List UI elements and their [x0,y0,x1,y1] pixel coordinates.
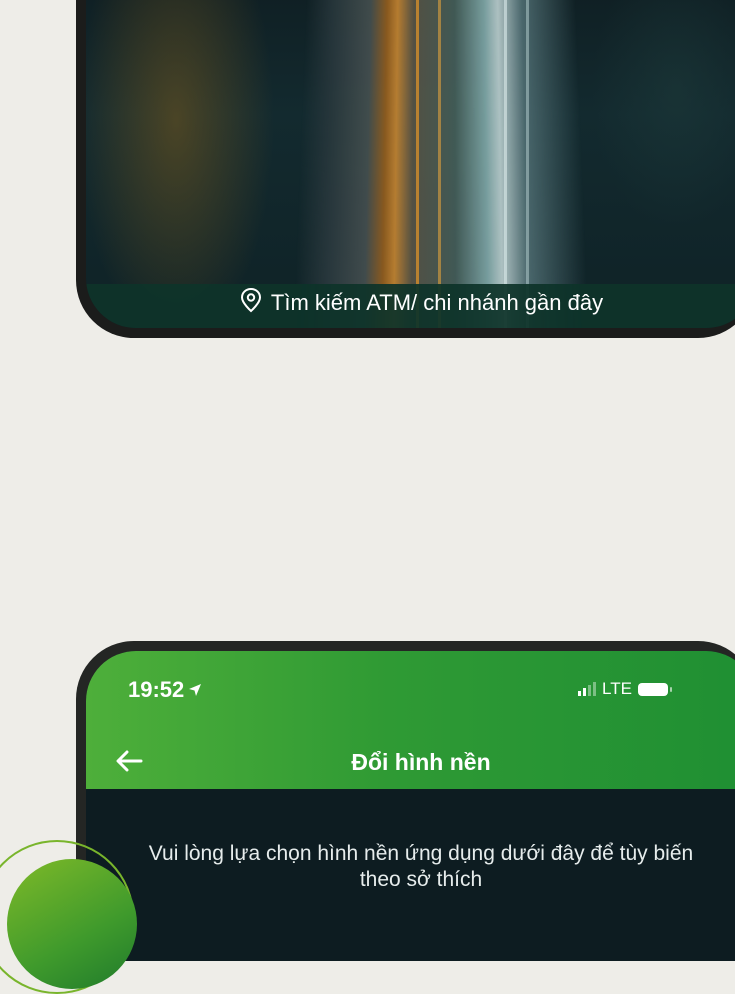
change-wallpaper-screen: 19:52 LTE Đổi hình nền Vui lòng lựa chọn… [86,651,735,961]
page-title: Đổi hình nền [351,749,491,775]
light-streak [526,0,529,328]
app-header: 19:52 LTE Đổi hình nền [86,651,735,789]
top-phone-frame: Tìm kiếm ATM/ chi nhánh gần đây [76,0,735,338]
signal-icon [578,682,596,696]
home-background-image: Tìm kiếm ATM/ chi nhánh gần đây [86,0,735,328]
bottom-phone-frame: 19:52 LTE Đổi hình nền Vui lòng lựa chọn… [76,641,735,961]
battery-icon [637,682,672,696]
status-time: 19:52 [128,677,202,703]
light-streak [416,0,419,328]
status-indicators: LTE [578,679,672,699]
light-streak [438,0,441,328]
decorative-circle [7,859,137,989]
atm-search-label: Tìm kiếm ATM/ chi nhánh gần đây [270,290,604,315]
atm-search-bar[interactable]: Tìm kiếm ATM/ chi nhánh gần đây [86,284,735,328]
location-arrow-icon [189,684,202,696]
network-type: LTE [602,679,632,698]
instruction-text: Vui lòng lựa chọn hình nền ứng dụng dưới… [148,842,694,891]
highway-light-trails [293,0,589,328]
light-streak [504,0,507,328]
location-pin-icon [239,287,263,319]
